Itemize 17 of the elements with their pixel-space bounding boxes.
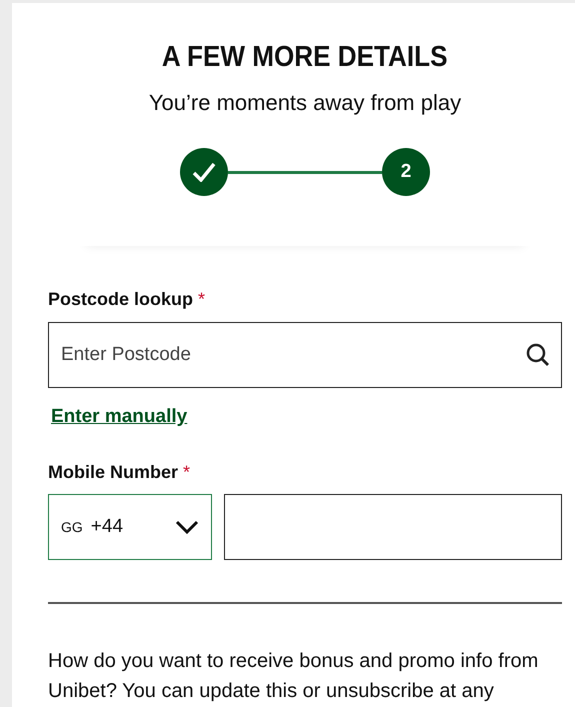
- required-mark: *: [198, 289, 206, 310]
- field-label: Mobile Number: [48, 462, 178, 483]
- dial-code: +44: [90, 516, 124, 538]
- subtitle: You’re moments away from play: [148, 90, 462, 116]
- postcode-field[interactable]: Enter Postcode: [48, 322, 562, 388]
- check-icon: [192, 162, 216, 182]
- step-number: 2: [382, 148, 430, 196]
- country-code: GG: [61, 519, 83, 535]
- enter-manually-link[interactable]: Enter manually: [51, 406, 188, 428]
- chevron-down-icon: [175, 520, 199, 534]
- consent-text: How do you want to receive bonus and promo info from Unibet? You can update this or unsubscribe at any: [48, 649, 540, 704]
- search-icon[interactable]: [526, 343, 550, 367]
- country-code-select[interactable]: GG +44: [48, 494, 212, 560]
- required-mark: *: [183, 462, 190, 483]
- page-title: A FEW MORE DETAILS: [162, 41, 448, 74]
- phone-number-field[interactable]: [224, 494, 562, 560]
- field-label: Postcode lookup: [48, 289, 194, 310]
